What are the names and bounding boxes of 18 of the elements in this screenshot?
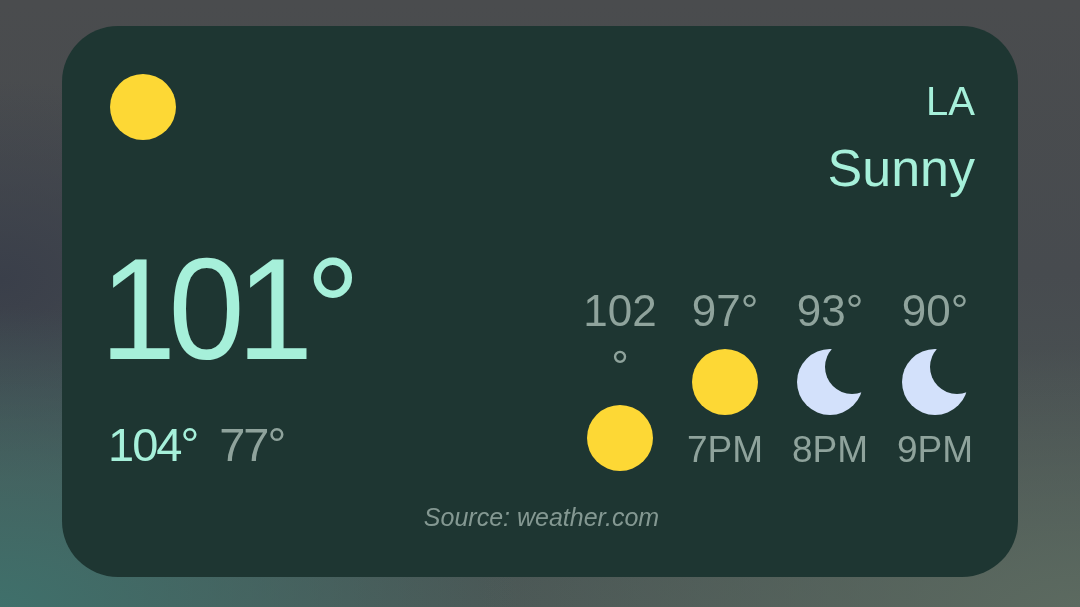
high-temperature: 104° bbox=[108, 417, 198, 473]
hourly-time: 7PM bbox=[686, 428, 764, 472]
hourly-temperature: 93° bbox=[795, 285, 865, 337]
moon-icon bbox=[797, 349, 863, 415]
hourly-time: 8PM bbox=[791, 428, 869, 472]
hourly-temperature: 90° bbox=[900, 285, 970, 337]
location-label: LA bbox=[926, 78, 975, 125]
source-text: Source: weather.com bbox=[423, 502, 660, 532]
current-temperature: 101° bbox=[100, 238, 354, 382]
hourly-time: 9PM bbox=[896, 428, 974, 472]
hourly-temperature: 97° bbox=[690, 285, 760, 337]
sun-icon bbox=[587, 405, 653, 471]
hourly-temperature: 102° bbox=[582, 285, 658, 393]
sun-icon bbox=[692, 349, 758, 415]
sun-icon bbox=[110, 74, 176, 140]
low-temperature: 77° bbox=[219, 417, 285, 473]
moon-icon bbox=[902, 349, 968, 415]
condition-label: Sunny bbox=[827, 138, 975, 199]
